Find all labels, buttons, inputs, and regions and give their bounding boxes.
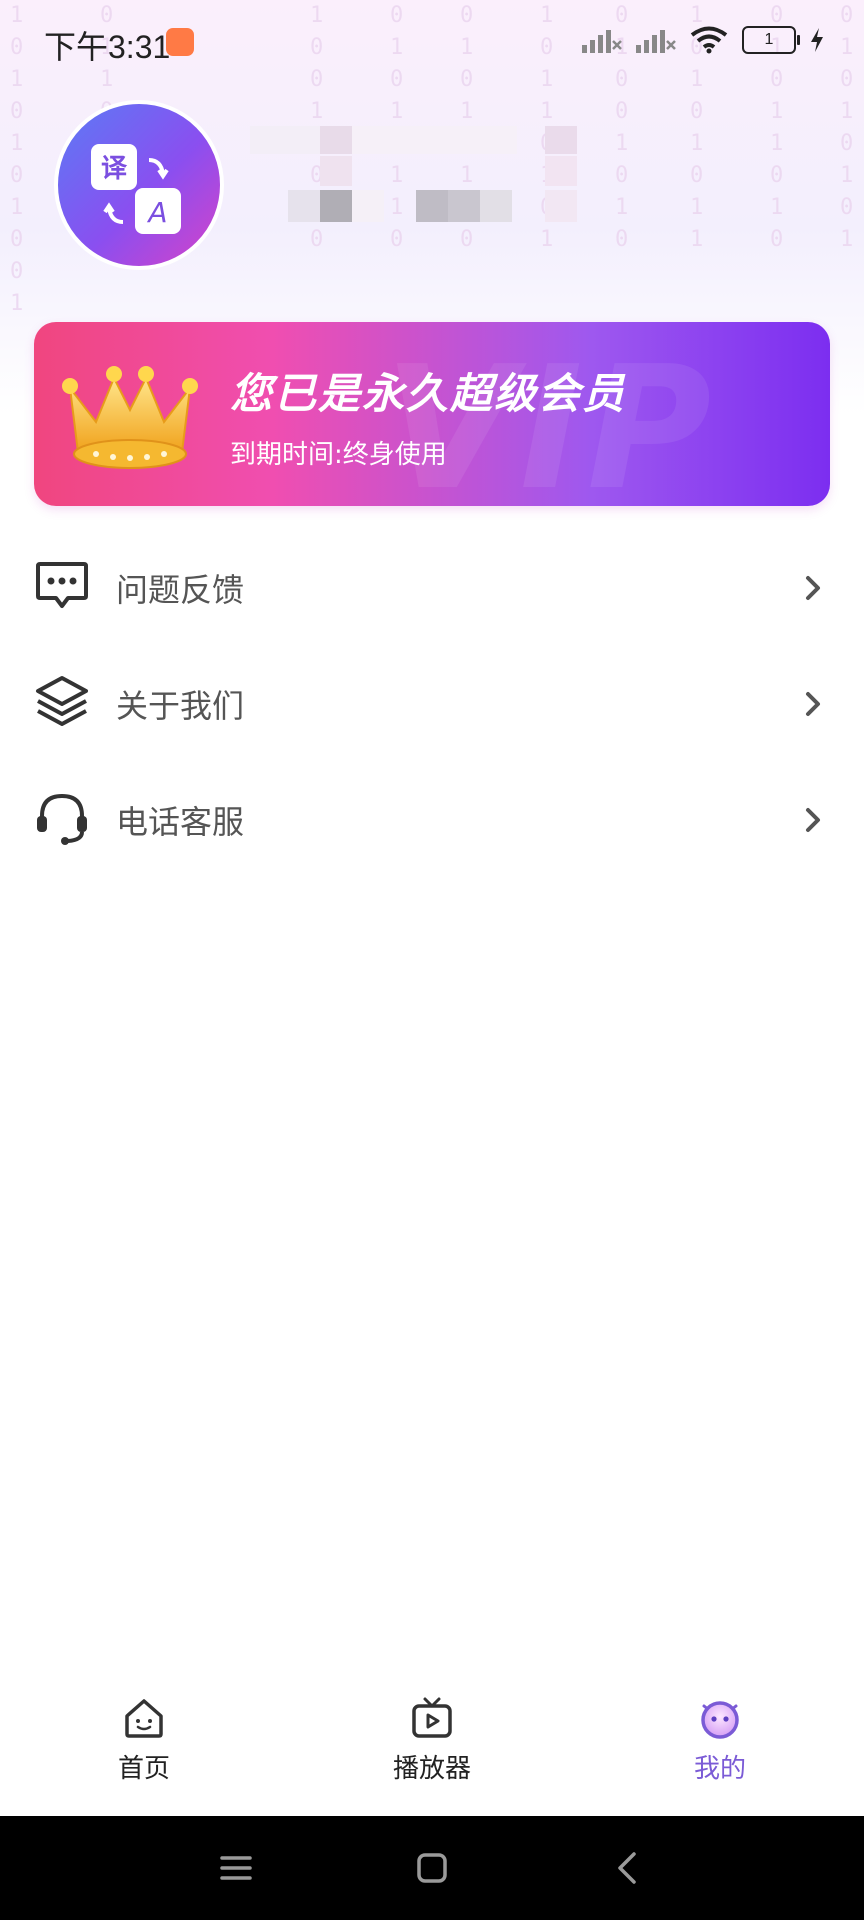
wifi-icon xyxy=(690,26,728,54)
layers-icon xyxy=(36,676,88,726)
chevron-right-icon xyxy=(806,576,820,600)
back-icon[interactable] xyxy=(608,1848,648,1888)
tab-player[interactable]: 播放器 xyxy=(352,1696,512,1806)
menu-label-feedback: 问题反馈 xyxy=(116,571,245,609)
svg-text:A: A xyxy=(146,196,167,229)
svg-text:译: 译 xyxy=(101,154,128,184)
tab-label-player: 播放器 xyxy=(392,1754,471,1784)
bottom-tab-bar: 首页 播放器 我的 xyxy=(0,1676,864,1816)
system-nav-bar xyxy=(0,1816,864,1920)
tv-play-icon xyxy=(412,1697,452,1738)
headset-icon xyxy=(37,793,87,845)
user-name-pixelated xyxy=(250,120,610,240)
home-icon xyxy=(125,1699,163,1738)
settings-menu: 问题反馈 关于我们 电话客服 xyxy=(0,530,864,878)
menu-label-phone-support: 电话客服 xyxy=(116,803,245,841)
signal-icon xyxy=(582,30,622,53)
menu-icon[interactable] xyxy=(216,1848,256,1888)
translate-icon: 译 A xyxy=(91,144,181,234)
battery-icon: 1 xyxy=(742,26,800,54)
feedback-icon xyxy=(36,562,88,608)
tab-mine[interactable]: 我的 xyxy=(640,1696,800,1806)
charging-icon xyxy=(811,28,823,52)
vip-card[interactable]: VIP 您已是永久超级会员 到期时间:终身使用 xyxy=(34,322,830,506)
status-time: 下午3:31 xyxy=(44,29,171,65)
chevron-right-icon xyxy=(806,692,820,716)
status-bar: 下午3:31 1 xyxy=(0,0,864,82)
tab-label-mine: 我的 xyxy=(693,1754,746,1784)
mine-face-icon xyxy=(701,1701,739,1739)
vip-expiry: 到期时间:终身使用 xyxy=(230,440,447,470)
menu-item-phone-support[interactable]: 电话客服 xyxy=(0,762,864,878)
crown-icon xyxy=(62,366,198,469)
notification-app-icon xyxy=(166,28,194,56)
menu-item-about[interactable]: 关于我们 xyxy=(0,646,864,762)
chevron-right-icon xyxy=(806,808,820,832)
signal-icon-2 xyxy=(636,30,676,53)
battery-level: 1 xyxy=(764,31,774,48)
vip-title: 您已是永久超级会员 xyxy=(230,369,627,418)
status-indicators: 1 xyxy=(582,26,824,54)
home-square-icon[interactable] xyxy=(412,1848,452,1888)
tab-label-home: 首页 xyxy=(117,1754,170,1784)
menu-item-feedback[interactable]: 问题反馈 xyxy=(0,530,864,646)
tab-home[interactable]: 首页 xyxy=(64,1696,224,1806)
avatar[interactable]: 译 A xyxy=(54,100,224,270)
menu-label-about: 关于我们 xyxy=(116,687,245,725)
